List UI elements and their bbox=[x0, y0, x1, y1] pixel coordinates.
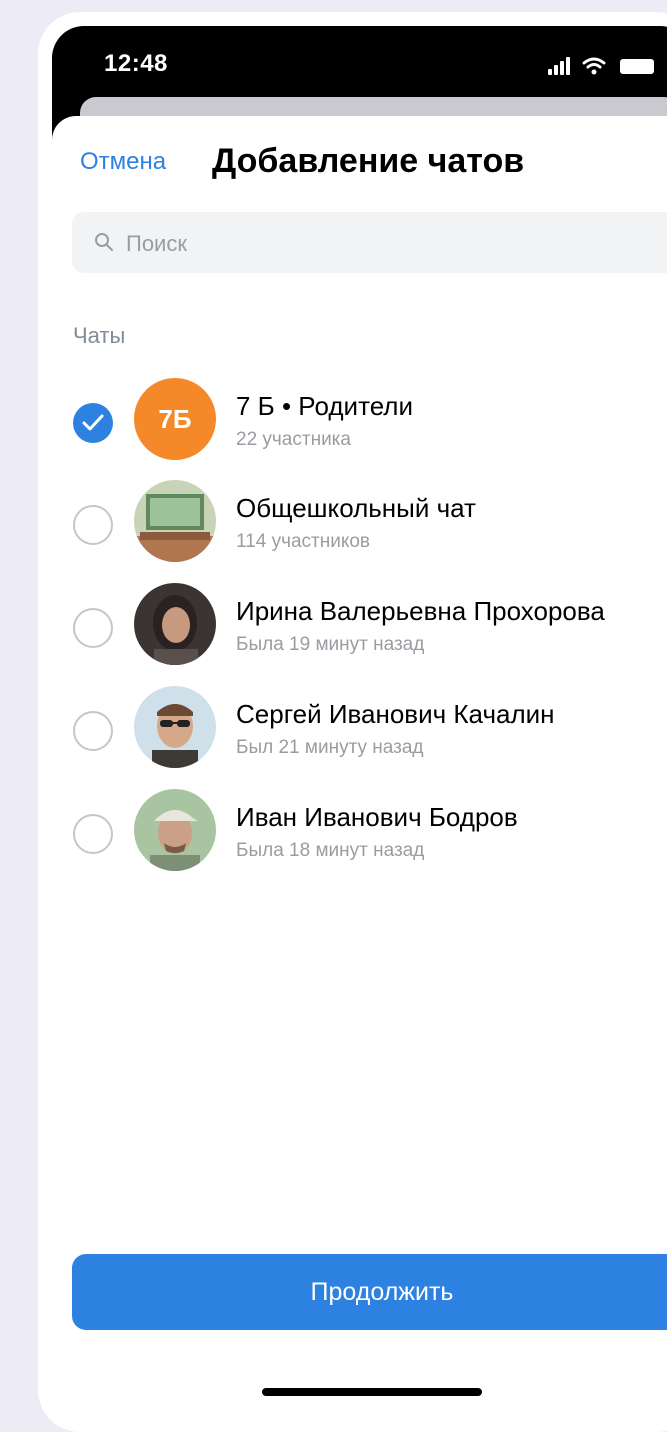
signal-icon bbox=[548, 57, 570, 75]
chat-name: 7 Б • Родители bbox=[236, 391, 413, 421]
chat-list-item[interactable]: 7Б 7 Б • Родители 22 участника bbox=[60, 373, 667, 473]
man-sunglasses-photo bbox=[134, 686, 216, 768]
avatar-classroom bbox=[134, 480, 216, 562]
home-indicator bbox=[262, 1388, 482, 1396]
status-icons bbox=[548, 57, 654, 75]
chat-list-item[interactable]: Общешкольный чат 114 участников bbox=[60, 475, 667, 575]
woman-portrait-photo bbox=[134, 583, 216, 665]
chat-list-item[interactable]: Сергей Иванович Качалин Был 21 минуту на… bbox=[60, 681, 667, 781]
search-bar[interactable] bbox=[72, 212, 667, 275]
checkbox[interactable] bbox=[73, 711, 113, 751]
chat-name: Сергей Иванович Качалин bbox=[236, 699, 555, 729]
chat-name: Общешкольный чат bbox=[236, 493, 476, 523]
checkbox[interactable] bbox=[73, 814, 113, 854]
classroom-photo bbox=[134, 480, 216, 562]
chat-subtitle: Была 18 минут назад bbox=[236, 840, 425, 861]
avatar: 7Б bbox=[134, 378, 216, 460]
chat-list-item[interactable]: Иван Иванович Бодров Была 18 минут назад bbox=[60, 784, 667, 884]
search-input[interactable] bbox=[124, 212, 667, 275]
battery-icon bbox=[620, 59, 654, 74]
man-cap-photo bbox=[134, 789, 216, 871]
avatar-man-cap bbox=[134, 789, 216, 871]
chat-subtitle: 22 участника bbox=[236, 429, 351, 450]
chat-subtitle: Была 19 минут назад bbox=[236, 634, 425, 655]
checkbox[interactable] bbox=[73, 608, 113, 648]
page-title: Добавление чатов bbox=[212, 142, 525, 180]
search-icon bbox=[95, 233, 113, 251]
chat-list-item[interactable]: Ирина Валерьевна Прохорова Была 19 минут… bbox=[60, 578, 667, 678]
avatar-woman bbox=[134, 583, 216, 665]
avatar-man-sunglasses bbox=[134, 686, 216, 768]
selected-checkbox[interactable] bbox=[73, 403, 113, 443]
cancel-button[interactable]: Отмена bbox=[80, 148, 166, 176]
chat-name: Ирина Валерьевна Прохорова bbox=[236, 596, 605, 626]
checkmark-icon bbox=[82, 414, 104, 431]
wifi-icon bbox=[582, 57, 606, 75]
chat-name: Иван Иванович Бодров bbox=[236, 802, 518, 832]
checkbox[interactable] bbox=[73, 505, 113, 545]
chat-subtitle: 114 участников bbox=[236, 531, 371, 552]
section-label-chats: Чаты bbox=[73, 323, 126, 348]
continue-button[interactable]: Продолжить bbox=[72, 1254, 667, 1330]
status-time: 12:48 bbox=[104, 50, 168, 77]
chat-subtitle: Был 21 минуту назад bbox=[236, 737, 424, 758]
